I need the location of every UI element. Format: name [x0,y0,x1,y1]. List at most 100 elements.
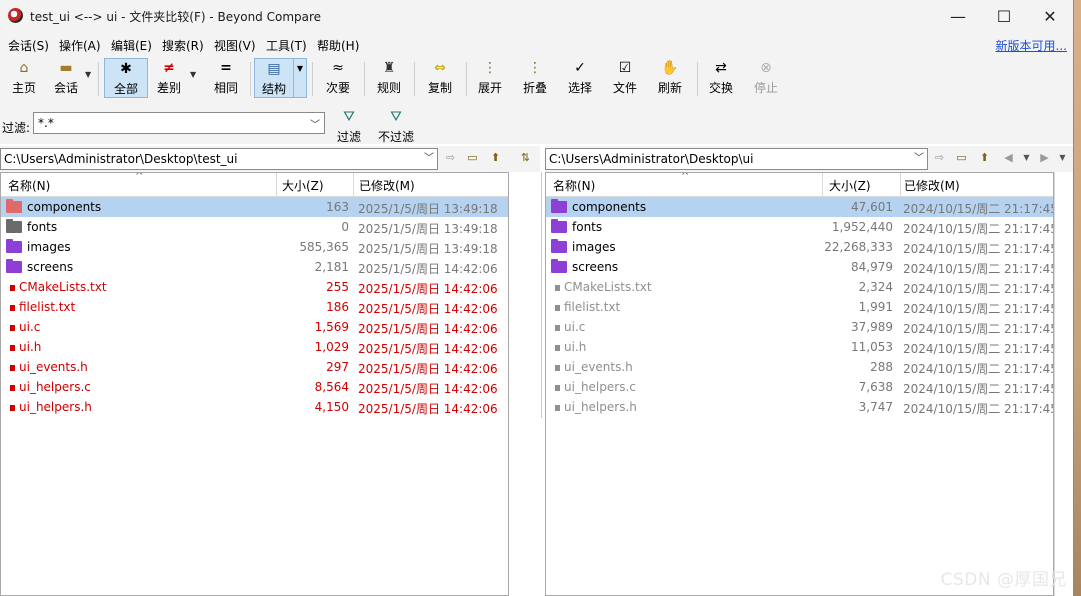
right-header-name[interactable]: 名称(N) [553,177,595,194]
maximize-button[interactable]: ☐ [981,0,1027,32]
pane-splitter[interactable] [541,172,542,418]
menu-actions[interactable]: 操作(A) [59,37,101,54]
cell-name: CMakeLists.txt [564,280,652,294]
column-divider[interactable] [822,173,823,196]
left-file-pane[interactable]: 名称(N) ^ 大小(Z) 已修改(M) components 163 2025/1… [0,172,509,596]
table-row[interactable]: ui_helpers.c 8,564 2025/1/5/周日 14:42:06 [1,377,508,397]
close-button[interactable]: ✕ [1027,0,1073,32]
table-row[interactable]: screens 2,181 2025/1/5/周日 14:42:06 [1,257,508,277]
table-row[interactable]: components 163 2025/1/5/周日 13:49:18 [1,197,508,217]
column-divider[interactable] [900,173,901,196]
table-row[interactable]: filelist.txt 186 2025/1/5/周日 14:42:06 [1,297,508,317]
menu-session[interactable]: 会话(S) [8,37,49,54]
table-row[interactable]: images 585,365 2025/1/5/周日 13:49:18 [1,237,508,257]
parent-folder-icon[interactable]: ⬆ [488,151,503,165]
left-path-input[interactable]: C:\Users\Administrator\Desktop\test_ui [0,148,438,170]
cell-name: screens [572,260,619,274]
cell-modified: 2024/10/15/周二 21:17:45 [903,342,1054,356]
table-row[interactable]: ui.c 1,569 2025/1/5/周日 14:42:06 [1,317,508,337]
file-icon [10,285,15,291]
right-path-input[interactable]: C:\Users\Administrator\Desktop\ui [545,148,928,170]
filter-bar: 过滤: *.* ﹀ ⛛ 过滤 ⛛ 不过滤 [0,102,1073,144]
session-dropdown-arrow-icon[interactable]: ▼ [85,70,91,79]
refresh-hand-icon: ✋ [661,60,679,76]
expand-button[interactable]: ⋮ 展开 [474,58,506,98]
table-row[interactable]: filelist.txt 1,991 2024/10/15/周二 21:17:45 [546,297,1053,317]
show-diff-button[interactable]: ≠ 差别 [153,58,185,98]
parent-folder-icon[interactable]: ⬆ [977,151,992,165]
table-row[interactable]: ui.h 1,029 2025/1/5/周日 14:42:06 [1,337,508,357]
menu-view[interactable]: 视图(V) [214,37,256,54]
cell-modified: 2024/10/15/周二 21:17:45 [903,262,1054,276]
table-row[interactable]: CMakeLists.txt 2,324 2024/10/15/周二 21:17:4… [546,277,1053,297]
table-row[interactable]: screens 84,979 2024/10/15/周二 21:17:45 [546,257,1053,277]
menu-help[interactable]: 帮助(H) [317,37,359,54]
cell-modified: 2025/1/5/周日 14:42:06 [358,362,498,376]
file-icon [10,325,15,331]
session-button[interactable]: ▬ 会话 [50,58,82,98]
files-button[interactable]: ☑ 文件 [609,58,641,98]
go-arrow-icon[interactable]: ⇨ [932,151,947,165]
menu-search[interactable]: 搜索(R) [162,37,204,54]
table-row[interactable]: CMakeLists.txt 255 2025/1/5/周日 14:42:06 [1,277,508,297]
no-filter-button[interactable]: ⛛ 不过滤 [376,107,416,147]
go-arrow-icon[interactable]: ⇨ [443,151,458,165]
table-row[interactable]: ui_helpers.h 3,747 2024/10/15/周二 21:17:45 [546,397,1053,417]
table-row[interactable]: ui_events.h 297 2025/1/5/周日 14:42:06 [1,357,508,377]
menu-tools[interactable]: 工具(T) [266,37,307,54]
table-row[interactable]: ui_helpers.c 7,638 2024/10/15/周二 21:17:45 [546,377,1053,397]
sync-folders-icon[interactable]: ⇅ [518,151,533,165]
table-row[interactable]: fonts 1,952,440 2024/10/15/周二 21:17:45 [546,217,1053,237]
table-row[interactable]: fonts 0 2025/1/5/周日 13:49:18 [1,217,508,237]
forward-arrow-icon[interactable]: ▶ [1037,151,1052,165]
toolbar-separator [312,62,313,96]
select-button[interactable]: ✓ 选择 [564,58,596,98]
more-dropdown-icon[interactable]: ▼ [1055,151,1070,165]
table-row[interactable]: ui.c 37,989 2024/10/15/周二 21:17:45 [546,317,1053,337]
apply-filter-button[interactable]: ⛛ 过滤 [335,107,363,147]
show-same-button[interactable]: = 相同 [210,58,242,98]
home-button[interactable]: ⌂ 主页 [8,58,40,98]
swap-button[interactable]: ⇄ 交换 [705,58,737,98]
minor-button[interactable]: ≈ 次要 [322,58,354,98]
table-row[interactable]: ui.h 11,053 2024/10/15/周二 21:17:45 [546,337,1053,357]
cell-size: 37,989 [851,320,893,334]
right-header-size[interactable]: 大小(Z) [829,177,871,194]
new-version-link[interactable]: 新版本可用... [996,37,1067,54]
column-divider[interactable] [276,173,277,196]
structure-button[interactable]: ▤ 结构 [254,58,294,98]
folder-icon [6,239,22,253]
refresh-button[interactable]: ✋ 刷新 [654,58,686,98]
copy-button[interactable]: ⇔ 复制 [424,58,456,98]
rules-button[interactable]: ♜ 规则 [373,58,405,98]
table-row[interactable]: ui_events.h 288 2024/10/15/周二 21:17:45 [546,357,1053,377]
filter-input[interactable]: *.* ﹀ [33,112,325,134]
diff-dropdown-arrow-icon[interactable]: ▼ [190,70,196,79]
browse-folder-icon[interactable]: ▭ [954,151,969,165]
cell-modified: 2024/10/15/周二 21:17:45 [903,382,1054,396]
vertical-scrollbar[interactable] [1054,172,1073,596]
table-row[interactable]: components 47,601 2024/10/15/周二 21:17:45 [546,197,1053,217]
table-row[interactable]: ui_helpers.h 4,150 2025/1/5/周日 14:42:06 [1,397,508,417]
table-row[interactable]: images 22,268,333 2024/10/15/周二 21:17:45 [546,237,1053,257]
chevron-down-icon[interactable]: ﹀ [914,149,924,164]
chevron-down-icon[interactable]: ﹀ [310,116,320,131]
minimize-button[interactable]: — [935,0,981,32]
right-file-pane[interactable]: 名称(N) ^ 大小(Z) 已修改(M) components 47,601 202… [545,172,1054,596]
structure-dropdown[interactable]: ▼ [293,58,307,98]
column-divider[interactable] [353,173,354,196]
stop-button[interactable]: ⊗ 停止 [750,58,782,98]
cell-size: 1,952,440 [831,220,893,234]
right-header-modified[interactable]: 已修改(M) [904,177,960,194]
history-dropdown-icon[interactable]: ▼ [1019,151,1034,165]
cell-size: 288 [870,360,893,374]
left-header-name[interactable]: 名称(N) [8,177,50,194]
show-all-button[interactable]: ✱ 全部 [104,58,148,98]
browse-folder-icon[interactable]: ▭ [465,151,480,165]
left-header-size[interactable]: 大小(Z) [282,177,324,194]
left-header-modified[interactable]: 已修改(M) [359,177,415,194]
menu-edit[interactable]: 编辑(E) [111,37,152,54]
collapse-button[interactable]: ⋮ 折叠 [519,58,551,98]
chevron-down-icon[interactable]: ﹀ [424,149,434,164]
back-arrow-icon[interactable]: ◀ [1001,151,1016,165]
